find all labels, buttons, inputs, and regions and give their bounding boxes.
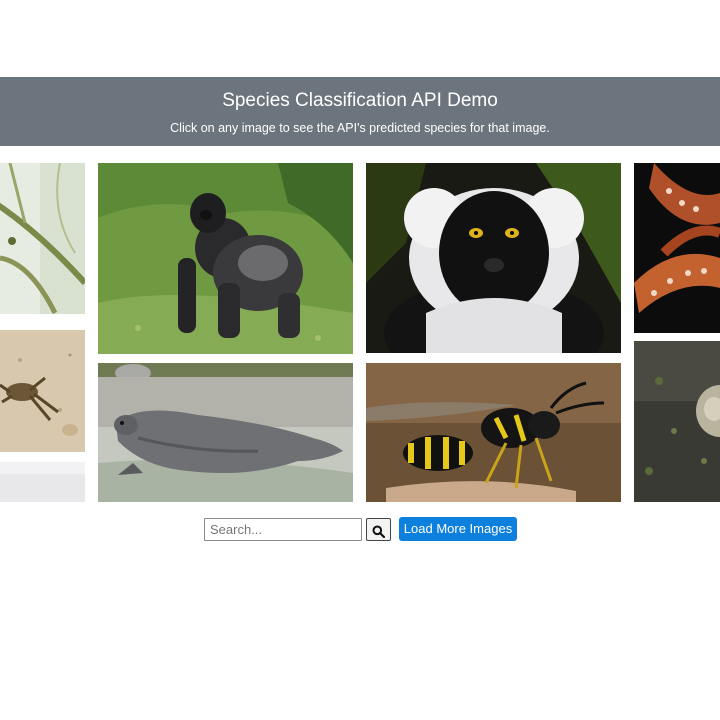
page-subtitle: Click on any image to see the API's pred…: [170, 121, 550, 135]
page: Species Classification API Demo Click on…: [0, 0, 720, 720]
magnifier-icon: [372, 525, 385, 538]
gallery-image-frog[interactable]: [634, 341, 720, 502]
search-input[interactable]: [204, 518, 362, 541]
gallery-image-octopus[interactable]: [634, 163, 720, 333]
gallery-image-tree-branches[interactable]: [0, 163, 85, 314]
image-gallery: [0, 146, 720, 502]
gallery-image-lemur[interactable]: [366, 163, 621, 353]
search-button[interactable]: [366, 518, 391, 541]
search-controls: Load More Images: [0, 516, 720, 542]
load-more-images-button[interactable]: Load More Images: [399, 517, 517, 541]
page-header: Species Classification API Demo Click on…: [0, 77, 720, 146]
gallery-image-pale-partial[interactable]: [0, 462, 85, 502]
gallery-image-wasp[interactable]: [366, 363, 621, 502]
page-title: Species Classification API Demo: [222, 90, 498, 111]
gallery-image-crab[interactable]: [0, 330, 85, 452]
gallery-image-gorilla[interactable]: [98, 163, 353, 354]
gallery-image-seal[interactable]: [98, 363, 353, 502]
